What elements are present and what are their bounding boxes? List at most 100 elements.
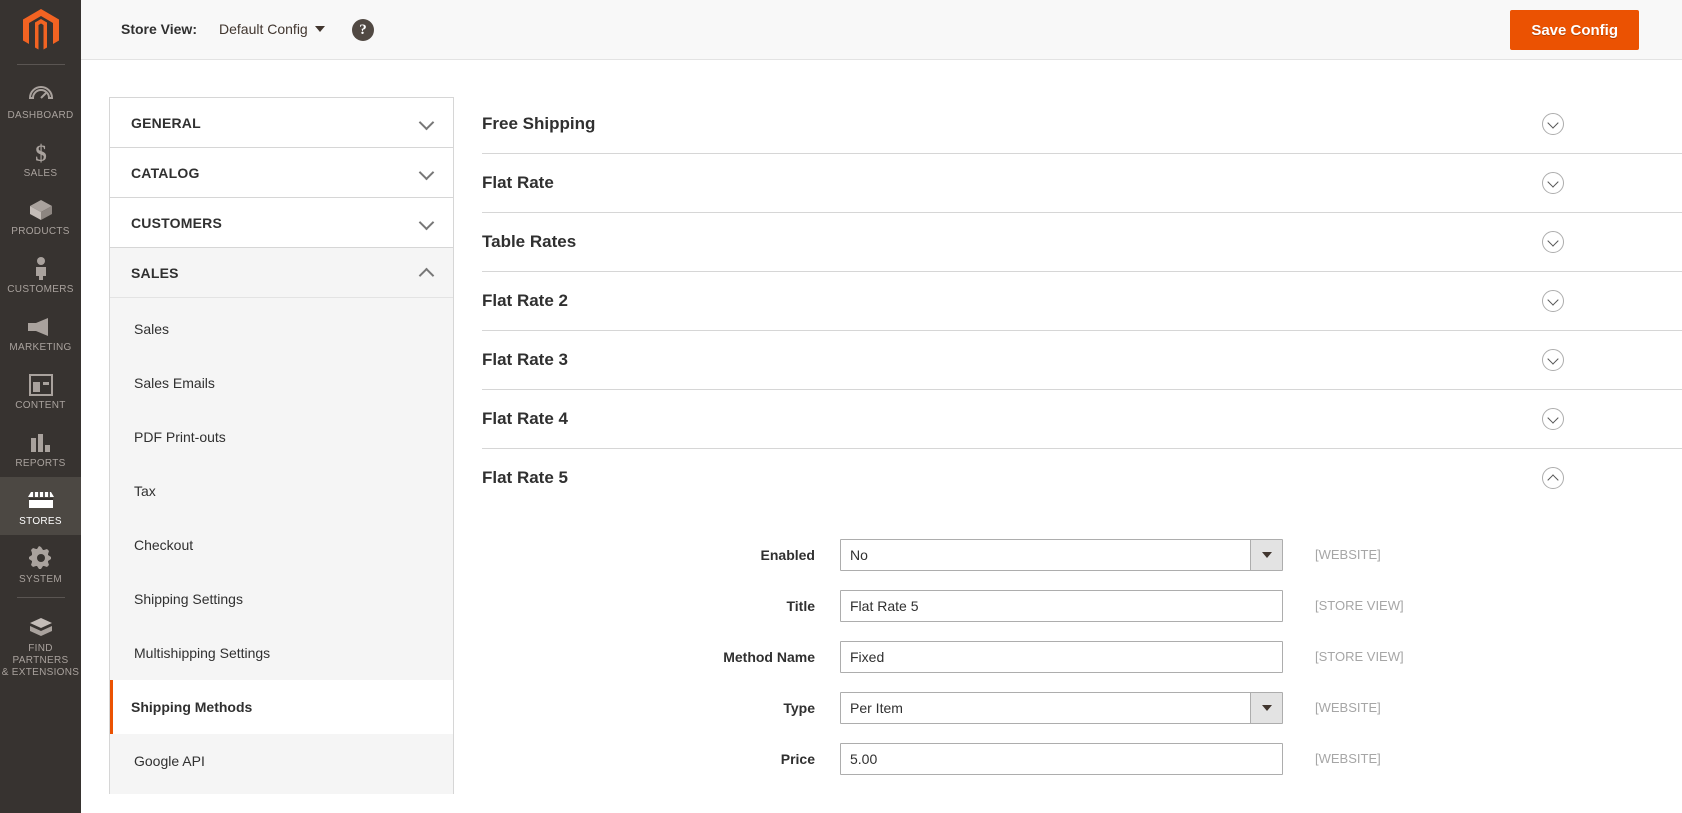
dropdown-arrow-icon[interactable] xyxy=(1250,692,1282,723)
chevron-down-icon[interactable] xyxy=(1542,113,1564,135)
field-row-type: Type Per Item [WEBSITE] xyxy=(482,682,1682,733)
config-item-label: PDF Print-outs xyxy=(134,429,226,445)
sidebar-label: Sales xyxy=(23,168,58,179)
chevron-down-icon xyxy=(420,216,433,229)
type-select-value[interactable]: Per Item xyxy=(840,691,1283,724)
chevron-down-icon[interactable] xyxy=(1542,408,1564,430)
gear-icon xyxy=(28,544,53,570)
store-view-switcher: Store View: Default Config xyxy=(121,21,325,37)
dollar-icon: $ xyxy=(31,138,51,164)
title-input[interactable] xyxy=(840,589,1283,622)
config-item-shipping-methods[interactable]: Shipping Methods xyxy=(110,680,453,734)
field-control-enabled: No xyxy=(840,538,1283,571)
config-section-label: Sales xyxy=(131,264,179,281)
chevron-down-icon[interactable] xyxy=(1542,172,1564,194)
field-control-type: Per Item xyxy=(840,691,1283,724)
sidebar-item-marketing[interactable]: Marketing xyxy=(0,303,81,361)
sidebar-item-content[interactable]: Content xyxy=(0,361,81,419)
sidebar-item-reports[interactable]: Reports xyxy=(0,419,81,477)
save-config-button[interactable]: Save Config xyxy=(1510,10,1639,50)
section-flat-rate-3: Flat Rate 3 xyxy=(482,331,1682,390)
chevron-up-icon[interactable] xyxy=(1542,467,1564,489)
section-header-flat-rate-3[interactable]: Flat Rate 3 xyxy=(482,331,1682,389)
config-section-customers[interactable]: Customers xyxy=(110,198,453,248)
field-label-title: Title xyxy=(786,597,815,614)
chevron-down-icon xyxy=(314,26,325,32)
scope-label-price: [WEBSITE] xyxy=(1315,751,1381,766)
magento-logo-icon[interactable] xyxy=(0,0,81,60)
bar-chart-icon xyxy=(29,428,53,454)
section-title: Flat Rate 4 xyxy=(482,409,568,428)
sidebar-item-products[interactable]: Products xyxy=(0,187,81,245)
config-subnav-sales: Sales Sales Emails PDF Print-outs Tax Ch… xyxy=(110,298,453,794)
type-select[interactable]: Per Item xyxy=(840,691,1283,724)
sidebar-label: System xyxy=(19,574,62,585)
store-view-value: Default Config xyxy=(219,21,308,37)
section-header-table-rates[interactable]: Table Rates xyxy=(482,213,1682,271)
scope-label-enabled: [WEBSITE] xyxy=(1315,547,1381,562)
section-header-flat-rate-4[interactable]: Flat Rate 4 xyxy=(482,390,1682,448)
sidebar-label: Dashboard xyxy=(7,110,74,121)
config-item-multishipping-settings[interactable]: Multishipping Settings xyxy=(110,626,453,680)
field-label-price: Price xyxy=(780,750,815,767)
scope-label-title: [STORE VIEW] xyxy=(1315,598,1404,613)
magento-admin-page: Dashboard $ Sales Products Customers Mar… xyxy=(0,0,1682,813)
dashboard-icon xyxy=(28,80,53,106)
enabled-select[interactable]: No xyxy=(840,538,1283,571)
chevron-down-icon xyxy=(420,116,433,129)
chevron-up-icon xyxy=(420,266,433,279)
section-title: Flat Rate 3 xyxy=(482,350,568,369)
config-item-tax[interactable]: Tax xyxy=(110,464,453,518)
field-label-type: Type xyxy=(783,699,815,716)
page-header: Store View: Default Config ? Save Config xyxy=(81,0,1682,60)
config-section-sales[interactable]: Sales xyxy=(110,248,453,298)
config-item-label: Google API xyxy=(134,753,205,769)
sidebar-divider-bottom xyxy=(16,597,65,598)
sidebar-item-customers[interactable]: Customers xyxy=(0,245,81,303)
config-item-pdf-print-outs[interactable]: PDF Print-outs xyxy=(110,410,453,464)
sidebar-item-sales[interactable]: $ Sales xyxy=(0,129,81,187)
sidebar-item-dashboard[interactable]: Dashboard xyxy=(0,71,81,129)
section-title: Flat Rate xyxy=(482,173,554,192)
sidebar-label: Customers xyxy=(7,284,74,295)
person-icon xyxy=(32,254,50,280)
section-header-flat-rate[interactable]: Flat Rate xyxy=(482,154,1682,212)
config-item-label: Multishipping Settings xyxy=(134,645,271,661)
extension-box-icon xyxy=(28,613,54,639)
config-item-label: Sales xyxy=(134,321,170,337)
field-label-method-name: Method Name xyxy=(723,648,815,665)
config-section-label: Catalog xyxy=(131,164,200,181)
section-header-free-shipping[interactable]: Free Shipping xyxy=(482,95,1682,153)
flat-rate-5-form: Enabled No [WEBSITE] Title [STORE VIEW] xyxy=(482,507,1682,794)
config-section-label: General xyxy=(131,114,201,131)
chevron-down-icon[interactable] xyxy=(1542,290,1564,312)
config-section-general[interactable]: General xyxy=(110,98,453,148)
store-view-dropdown[interactable]: Default Config xyxy=(219,21,325,37)
config-item-shipping-settings[interactable]: Shipping Settings xyxy=(110,572,453,626)
sidebar-item-stores[interactable]: Stores xyxy=(0,477,81,535)
chevron-down-icon xyxy=(420,166,433,179)
help-icon[interactable]: ? xyxy=(352,19,374,41)
config-section-catalog[interactable]: Catalog xyxy=(110,148,453,198)
layout-icon xyxy=(28,370,53,396)
enabled-select-value[interactable]: No xyxy=(840,538,1283,571)
config-item-sales[interactable]: Sales xyxy=(110,302,453,356)
sidebar-item-system[interactable]: System xyxy=(0,535,81,593)
scope-label-type: [WEBSITE] xyxy=(1315,700,1381,715)
config-item-sales-emails[interactable]: Sales Emails xyxy=(110,356,453,410)
sidebar-label: Products xyxy=(11,226,70,237)
sidebar-item-find-partners-extensions[interactable]: FIND PARTNERS & EXTENSIONS xyxy=(0,604,81,687)
field-control-method-name xyxy=(840,640,1283,673)
section-header-flat-rate-2[interactable]: Flat Rate 2 xyxy=(482,272,1682,330)
section-header-flat-rate-5[interactable]: Flat Rate 5 xyxy=(482,449,1682,507)
chevron-down-icon[interactable] xyxy=(1542,231,1564,253)
method-name-input[interactable] xyxy=(840,640,1283,673)
field-control-title xyxy=(840,589,1283,622)
section-title: Flat Rate 2 xyxy=(482,291,568,310)
config-item-google-api[interactable]: Google API xyxy=(110,734,453,788)
chevron-down-icon[interactable] xyxy=(1542,349,1564,371)
dropdown-arrow-icon[interactable] xyxy=(1250,539,1282,570)
admin-sidebar: Dashboard $ Sales Products Customers Mar… xyxy=(0,0,81,813)
price-input[interactable] xyxy=(840,742,1283,775)
config-item-checkout[interactable]: Checkout xyxy=(110,518,453,572)
